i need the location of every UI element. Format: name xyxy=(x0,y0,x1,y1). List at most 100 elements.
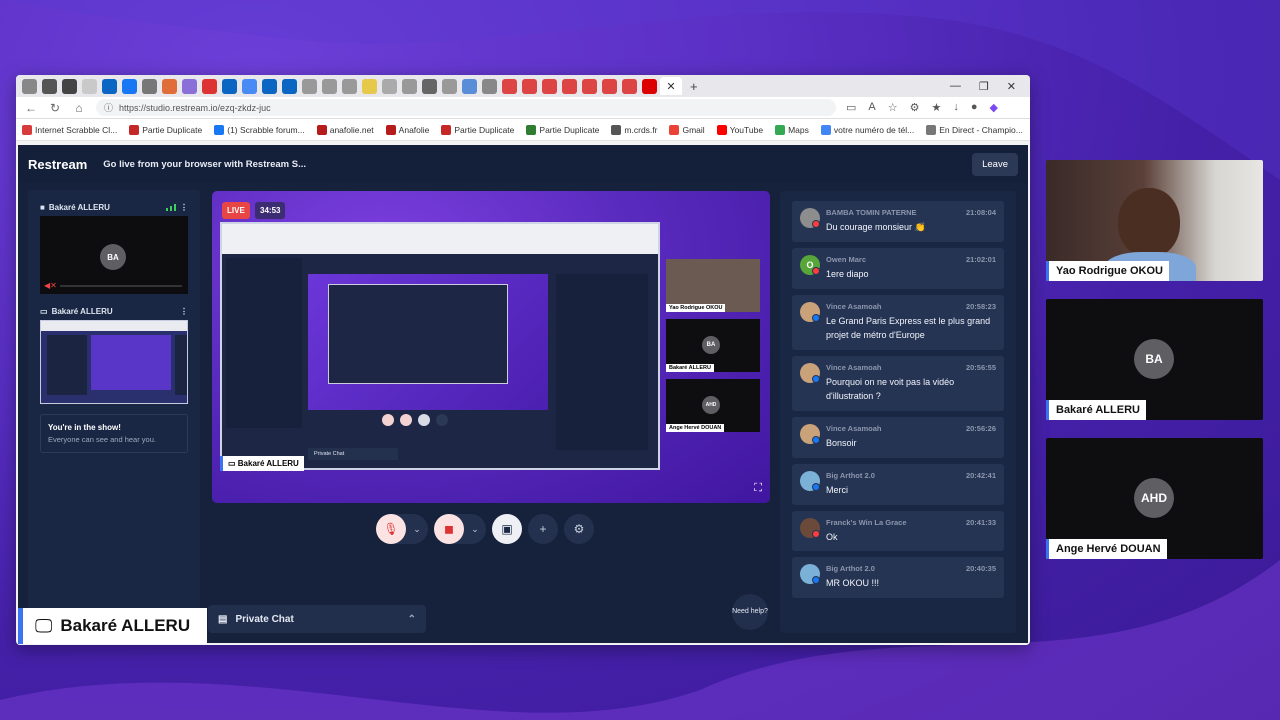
tab-favicon[interactable] xyxy=(121,78,137,94)
leave-button[interactable]: Leave xyxy=(972,152,1018,176)
bookmark-item[interactable]: Partie Duplicate xyxy=(441,124,514,135)
chat-message[interactable]: Big Arthot 2.0 20:42:41 Merci xyxy=(792,463,1004,505)
screen-source-label: ▭ Bakaré ALLERU ⋮ xyxy=(28,304,200,318)
profile-icon[interactable]: ● xyxy=(971,101,978,114)
bookmark-item[interactable]: Partie Duplicate xyxy=(526,124,600,135)
tab-favicon[interactable] xyxy=(241,78,257,94)
tab-favicon[interactable] xyxy=(421,78,437,94)
settings-gear-icon[interactable]: ⚙ xyxy=(564,514,594,544)
screen-share-button[interactable]: ▣ xyxy=(492,514,522,544)
downloads-icon[interactable]: ↓ xyxy=(953,101,959,114)
tab-favicon[interactable] xyxy=(461,78,477,94)
need-help-button[interactable]: Need help? xyxy=(732,594,768,630)
tab-favicon[interactable] xyxy=(481,78,497,94)
mic-muted-icon[interactable]: 🎙 xyxy=(376,514,406,544)
chat-message[interactable]: Franck's Win La Grace 20:41:33 Ok xyxy=(792,510,1004,552)
tab-favicon[interactable] xyxy=(261,78,277,94)
tab-favicon[interactable] xyxy=(181,78,197,94)
chat-message-header: Franck's Win La Grace 20:41:33 xyxy=(826,518,996,527)
maximize-icon[interactable]: ❐ xyxy=(979,80,989,93)
tab-favicon[interactable] xyxy=(301,78,317,94)
tab-favicon[interactable] xyxy=(381,78,397,94)
in-show-title: You're in the show! xyxy=(48,423,121,432)
bookmark-item[interactable]: anafolie.net xyxy=(316,124,374,135)
tab-favicon[interactable] xyxy=(81,78,97,94)
bookmark-item[interactable]: votre numéro de tél... xyxy=(820,124,914,135)
tab-favicon[interactable] xyxy=(601,78,617,94)
private-chat-toggle[interactable]: ▤ Private Chat ⌃ xyxy=(208,605,426,633)
bookmark-label: Partie Duplicate xyxy=(539,124,600,135)
tab-favicon[interactable] xyxy=(441,78,457,94)
bookmark-item[interactable]: En Direct - Champio... xyxy=(926,124,1023,135)
chevron-down-icon[interactable]: ⌄ xyxy=(464,524,486,535)
more-options-icon[interactable]: ⋮ xyxy=(180,307,188,316)
tab-favicon[interactable] xyxy=(401,78,417,94)
tab-favicon[interactable] xyxy=(621,78,637,94)
copilot-icon[interactable]: ◆ xyxy=(990,101,998,114)
tab-favicon[interactable] xyxy=(41,78,57,94)
bookmark-item[interactable]: YouTube xyxy=(716,124,763,135)
bookmark-item[interactable]: Anafolie xyxy=(385,124,429,135)
chat-message[interactable]: O Owen Marc 21:02:01 1ere diapo xyxy=(792,247,1004,289)
stage-camera-tile[interactable]: BA Bakaré ALLERU xyxy=(666,319,760,372)
more-options-icon[interactable]: ⋮ xyxy=(180,203,188,212)
tab-favicon[interactable] xyxy=(61,78,77,94)
chevron-down-icon[interactable]: ⌄ xyxy=(406,524,428,535)
screen-share-preview[interactable] xyxy=(40,320,188,404)
chat-message[interactable]: Vince Asamoah 20:56:26 Bonsoir xyxy=(792,416,1004,458)
favorites-bar-icon[interactable]: ★ xyxy=(932,101,942,114)
add-source-icon[interactable]: + xyxy=(528,514,558,544)
home-icon[interactable]: ⌂ xyxy=(72,101,86,115)
active-tab-close-icon[interactable]: ✕ xyxy=(660,77,682,95)
close-window-icon[interactable]: ✕ xyxy=(1007,80,1016,93)
chat-message[interactable]: Vince Asamoah 20:56:55 Pourquoi on ne voit… xyxy=(792,355,1004,411)
bookmark-item[interactable]: Maps xyxy=(775,124,809,135)
shared-screen-browser-chrome xyxy=(222,224,658,254)
bookmark-item[interactable]: Internet Scrabble Cl... xyxy=(22,124,117,135)
tab-favicon[interactable] xyxy=(361,78,377,94)
stage-camera-tile[interactable]: Yao Rodrigue OKOU xyxy=(666,259,760,312)
read-aloud-icon[interactable]: A xyxy=(868,101,875,114)
camera-preview[interactable]: BA ◀✕ xyxy=(40,216,188,294)
fullscreen-icon[interactable]: ⛶ xyxy=(754,482,762,495)
chat-message[interactable]: BAMBA TOMIN PATERNE 21:08:04 Du courage mo… xyxy=(792,201,1004,242)
new-tab-icon[interactable]: + xyxy=(690,79,698,94)
chat-message[interactable]: Vince Asamoah 20:58:23 Le Grand Paris Expr… xyxy=(792,294,1004,350)
bookmark-item[interactable]: Partie Duplicate xyxy=(129,124,202,135)
tab-favicon[interactable] xyxy=(561,78,577,94)
url-field[interactable]: ⓘ https://studio.restream.io/ezq-zkdz-ju… xyxy=(96,99,836,116)
tab-favicon[interactable] xyxy=(541,78,557,94)
tab-favicon[interactable] xyxy=(521,78,537,94)
chat-text: Du courage monsieur 👏 xyxy=(826,222,926,232)
bookmark-item[interactable]: (1) Scrabble forum... xyxy=(214,124,305,135)
tab-favicon[interactable] xyxy=(341,78,357,94)
tab-favicon[interactable] xyxy=(501,78,517,94)
bookmark-item[interactable]: Gmail xyxy=(669,124,705,135)
bookmark-label: m.crds.fr xyxy=(624,124,658,135)
back-icon[interactable]: ← xyxy=(24,101,38,115)
tab-favicon[interactable] xyxy=(281,78,297,94)
bookmarks-bar: Internet Scrabble Cl... Partie Duplicate (… xyxy=(16,119,1030,141)
stage-side-cameras: Yao Rodrigue OKOU BA Bakaré ALLERU AHD A… xyxy=(666,259,760,439)
site-info-icon[interactable]: ⓘ xyxy=(104,101,113,114)
cast-icon[interactable]: ▭ xyxy=(846,101,856,114)
chat-message-header: Big Arthot 2.0 20:40:35 xyxy=(826,564,996,573)
muted-speaker-icon[interactable]: ◀✕ xyxy=(44,281,57,290)
tab-favicon[interactable] xyxy=(641,78,657,94)
tab-favicon[interactable] xyxy=(141,78,157,94)
chat-message[interactable]: Big Arthot 2.0 20:40:35 MR OKOU !!! xyxy=(792,557,1004,599)
tab-favicon[interactable] xyxy=(101,78,117,94)
tab-favicon[interactable] xyxy=(201,78,217,94)
tab-favicon[interactable] xyxy=(581,78,597,94)
camera-off-icon[interactable]: ◼ xyxy=(434,514,464,544)
tab-favicon[interactable] xyxy=(321,78,337,94)
extensions-icon[interactable]: ⚙ xyxy=(910,101,920,114)
tab-favicon[interactable] xyxy=(161,78,177,94)
minimize-icon[interactable]: — xyxy=(950,80,961,93)
tab-favicon[interactable] xyxy=(221,78,237,94)
tab-favicon[interactable] xyxy=(21,78,37,94)
favorite-icon[interactable]: ☆ xyxy=(888,101,898,114)
stage-camera-tile[interactable]: AHD Ange Hervé DOUAN xyxy=(666,379,760,432)
reload-icon[interactable]: ↻ xyxy=(48,101,62,115)
bookmark-item[interactable]: m.crds.fr xyxy=(611,124,658,135)
